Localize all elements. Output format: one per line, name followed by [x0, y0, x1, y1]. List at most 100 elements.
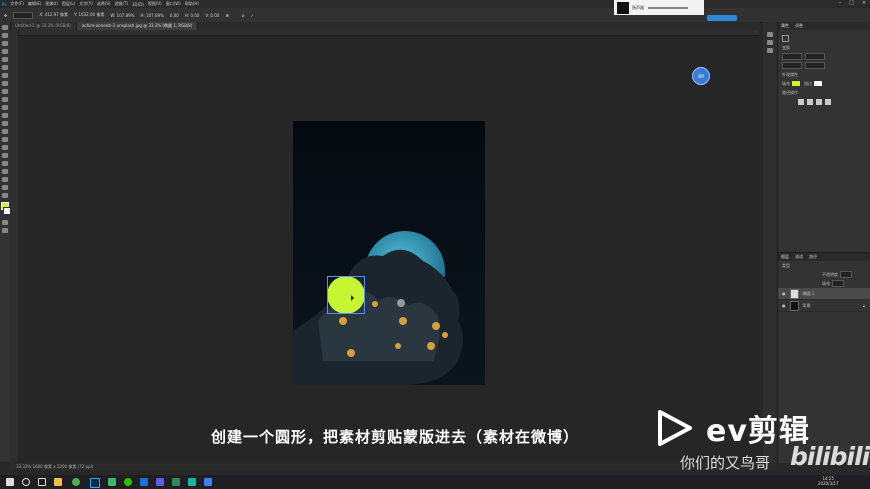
tab-layers[interactable]: 图层	[778, 254, 792, 260]
frame-tool-icon[interactable]	[2, 65, 8, 70]
zoom-tool-icon[interactable]	[2, 185, 8, 190]
app4-icon[interactable]	[172, 478, 180, 486]
app6-icon[interactable]	[204, 478, 212, 486]
tab-properties[interactable]: 属性	[778, 23, 792, 29]
dodge-tool-icon[interactable]	[2, 137, 8, 142]
type-tool-icon[interactable]	[2, 153, 8, 158]
screen-mode-icon[interactable]	[2, 228, 8, 233]
path-op-exclude-icon[interactable]	[825, 98, 831, 105]
info-icon[interactable]	[767, 32, 773, 37]
quick-mask-icon[interactable]	[2, 220, 8, 225]
angle-field[interactable]: 0.00	[170, 13, 179, 18]
app3-icon[interactable]	[156, 478, 164, 486]
clock[interactable]: 14:25 2020/3/17	[818, 476, 839, 486]
menu-filter[interactable]: 滤镜(T)	[114, 1, 128, 7]
minimize-icon[interactable]: –	[839, 0, 842, 8]
menu-type[interactable]: 文字(Y)	[79, 1, 93, 7]
folder-icon[interactable]	[54, 478, 62, 486]
app5-icon[interactable]	[188, 478, 196, 486]
history-brush-icon[interactable]	[2, 105, 8, 110]
menu-image[interactable]: 图像(I)	[46, 1, 58, 7]
layer-name[interactable]: 背景	[803, 303, 811, 309]
floating-ball[interactable]: 返回	[692, 67, 710, 85]
brush-tool-icon[interactable]	[2, 89, 8, 94]
windows-start-icon[interactable]	[6, 478, 14, 486]
layer-row-background[interactable]: ● 背景 🔒︎	[778, 300, 870, 312]
move-tool-icon[interactable]: ✥	[4, 13, 7, 18]
hand-tool-icon[interactable]	[2, 177, 8, 182]
chrome-icon[interactable]	[72, 478, 80, 486]
layer-row-ellipse[interactable]: ● 椭圆 1	[778, 288, 870, 300]
close-icon[interactable]: ×	[862, 0, 866, 8]
adjust-icon[interactable]	[767, 48, 773, 53]
move-tool-icon[interactable]	[2, 25, 8, 30]
wechat-icon[interactable]	[124, 478, 132, 486]
search-icon[interactable]	[22, 478, 30, 486]
h-input[interactable]	[805, 53, 825, 60]
menu-view[interactable]: 视图(V)	[148, 1, 162, 7]
fill-label: 填充	[822, 280, 830, 286]
tab-channels[interactable]: 通道	[792, 254, 806, 260]
volume-slider[interactable]	[648, 6, 688, 9]
skew-v-field[interactable]: V: 0.00	[205, 13, 219, 18]
layer-kind-filter[interactable]: 类型	[782, 263, 790, 269]
app-icon[interactable]	[108, 478, 116, 486]
skew-h-field[interactable]: H: 0.00	[185, 13, 200, 18]
menu-layer[interactable]: 图层(L)	[62, 1, 75, 7]
commit-icon[interactable]: ✓	[251, 13, 254, 18]
y-field[interactable]: Y: 1632.00 像素	[74, 12, 104, 18]
y-input[interactable]	[805, 62, 825, 69]
warp-icon[interactable]: ⌘	[225, 13, 229, 18]
lasso-tool-icon[interactable]	[2, 41, 8, 46]
eyedropper-icon[interactable]	[2, 73, 8, 78]
path-op-subtract-icon[interactable]	[807, 98, 813, 105]
path-op-combine-icon[interactable]	[798, 98, 804, 105]
tab-untitled[interactable]: Untitled-1 @ 33.3% (RGB/8)	[10, 22, 77, 30]
pen-tool-icon[interactable]	[2, 145, 8, 150]
x-field[interactable]: X: 412.97 像素	[39, 12, 68, 18]
x-input[interactable]	[782, 62, 802, 69]
crop-tool-icon[interactable]	[2, 57, 8, 62]
eraser-tool-icon[interactable]	[2, 113, 8, 118]
stroke-swatch[interactable]	[814, 81, 822, 86]
photoshop-icon[interactable]	[90, 478, 100, 488]
menu-3d[interactable]: 3D(D)	[132, 2, 144, 7]
fill-input[interactable]	[832, 280, 844, 287]
healing-icon[interactable]	[2, 81, 8, 86]
menu-help[interactable]: 帮助(H)	[185, 1, 199, 7]
tab-adjustments[interactable]: 调整	[792, 23, 806, 29]
status-bar: 33.33% 1600 像素 x 2200 像素 (72 ppi)	[10, 463, 776, 470]
w-field[interactable]: W: 107.89%	[110, 13, 134, 18]
eye-icon[interactable]: ●	[782, 291, 786, 296]
fill-swatch[interactable]	[792, 81, 800, 86]
quick-select-icon[interactable]	[2, 49, 8, 54]
shape-tool-icon[interactable]	[2, 169, 8, 174]
blur-tool-icon[interactable]	[2, 129, 8, 134]
path-select-icon[interactable]	[2, 161, 8, 166]
gradient-tool-icon[interactable]	[2, 121, 8, 126]
w-input[interactable]	[782, 53, 802, 60]
document-canvas[interactable]	[293, 121, 485, 385]
taskview-icon[interactable]	[38, 478, 46, 486]
transform-bounding-box[interactable]	[327, 276, 365, 314]
cancel-icon[interactable]: ⊘	[241, 13, 244, 18]
opacity-input[interactable]	[840, 271, 852, 278]
layer-name[interactable]: 椭圆 1	[803, 291, 815, 297]
menu-file[interactable]: 文件(F)	[10, 1, 23, 7]
marquee-tool-icon[interactable]	[2, 33, 8, 38]
maximize-icon[interactable]: □	[849, 0, 854, 8]
ref-point-box[interactable]	[13, 11, 34, 19]
stamp-tool-icon[interactable]	[2, 97, 8, 102]
ps-logo-icon[interactable]: Ps	[2, 2, 6, 7]
menu-edit[interactable]: 编辑(E)	[28, 1, 42, 7]
h-field[interactable]: H: 107.89%	[140, 13, 163, 18]
path-op-intersect-icon[interactable]	[816, 98, 822, 105]
app2-icon[interactable]	[140, 478, 148, 486]
menu-window[interactable]: 窗口(W)	[166, 1, 181, 7]
menu-select[interactable]: 选择(S)	[97, 1, 111, 7]
tab-paths[interactable]: 路径	[806, 254, 820, 260]
tab-achim[interactable]: achim-oonelsh-1 unsplash.jpg @ 33.3% (椭圆…	[76, 22, 199, 30]
eye-icon[interactable]: ●	[782, 303, 786, 308]
history-icon[interactable]	[767, 40, 773, 45]
more-tools-icon[interactable]	[2, 193, 8, 198]
